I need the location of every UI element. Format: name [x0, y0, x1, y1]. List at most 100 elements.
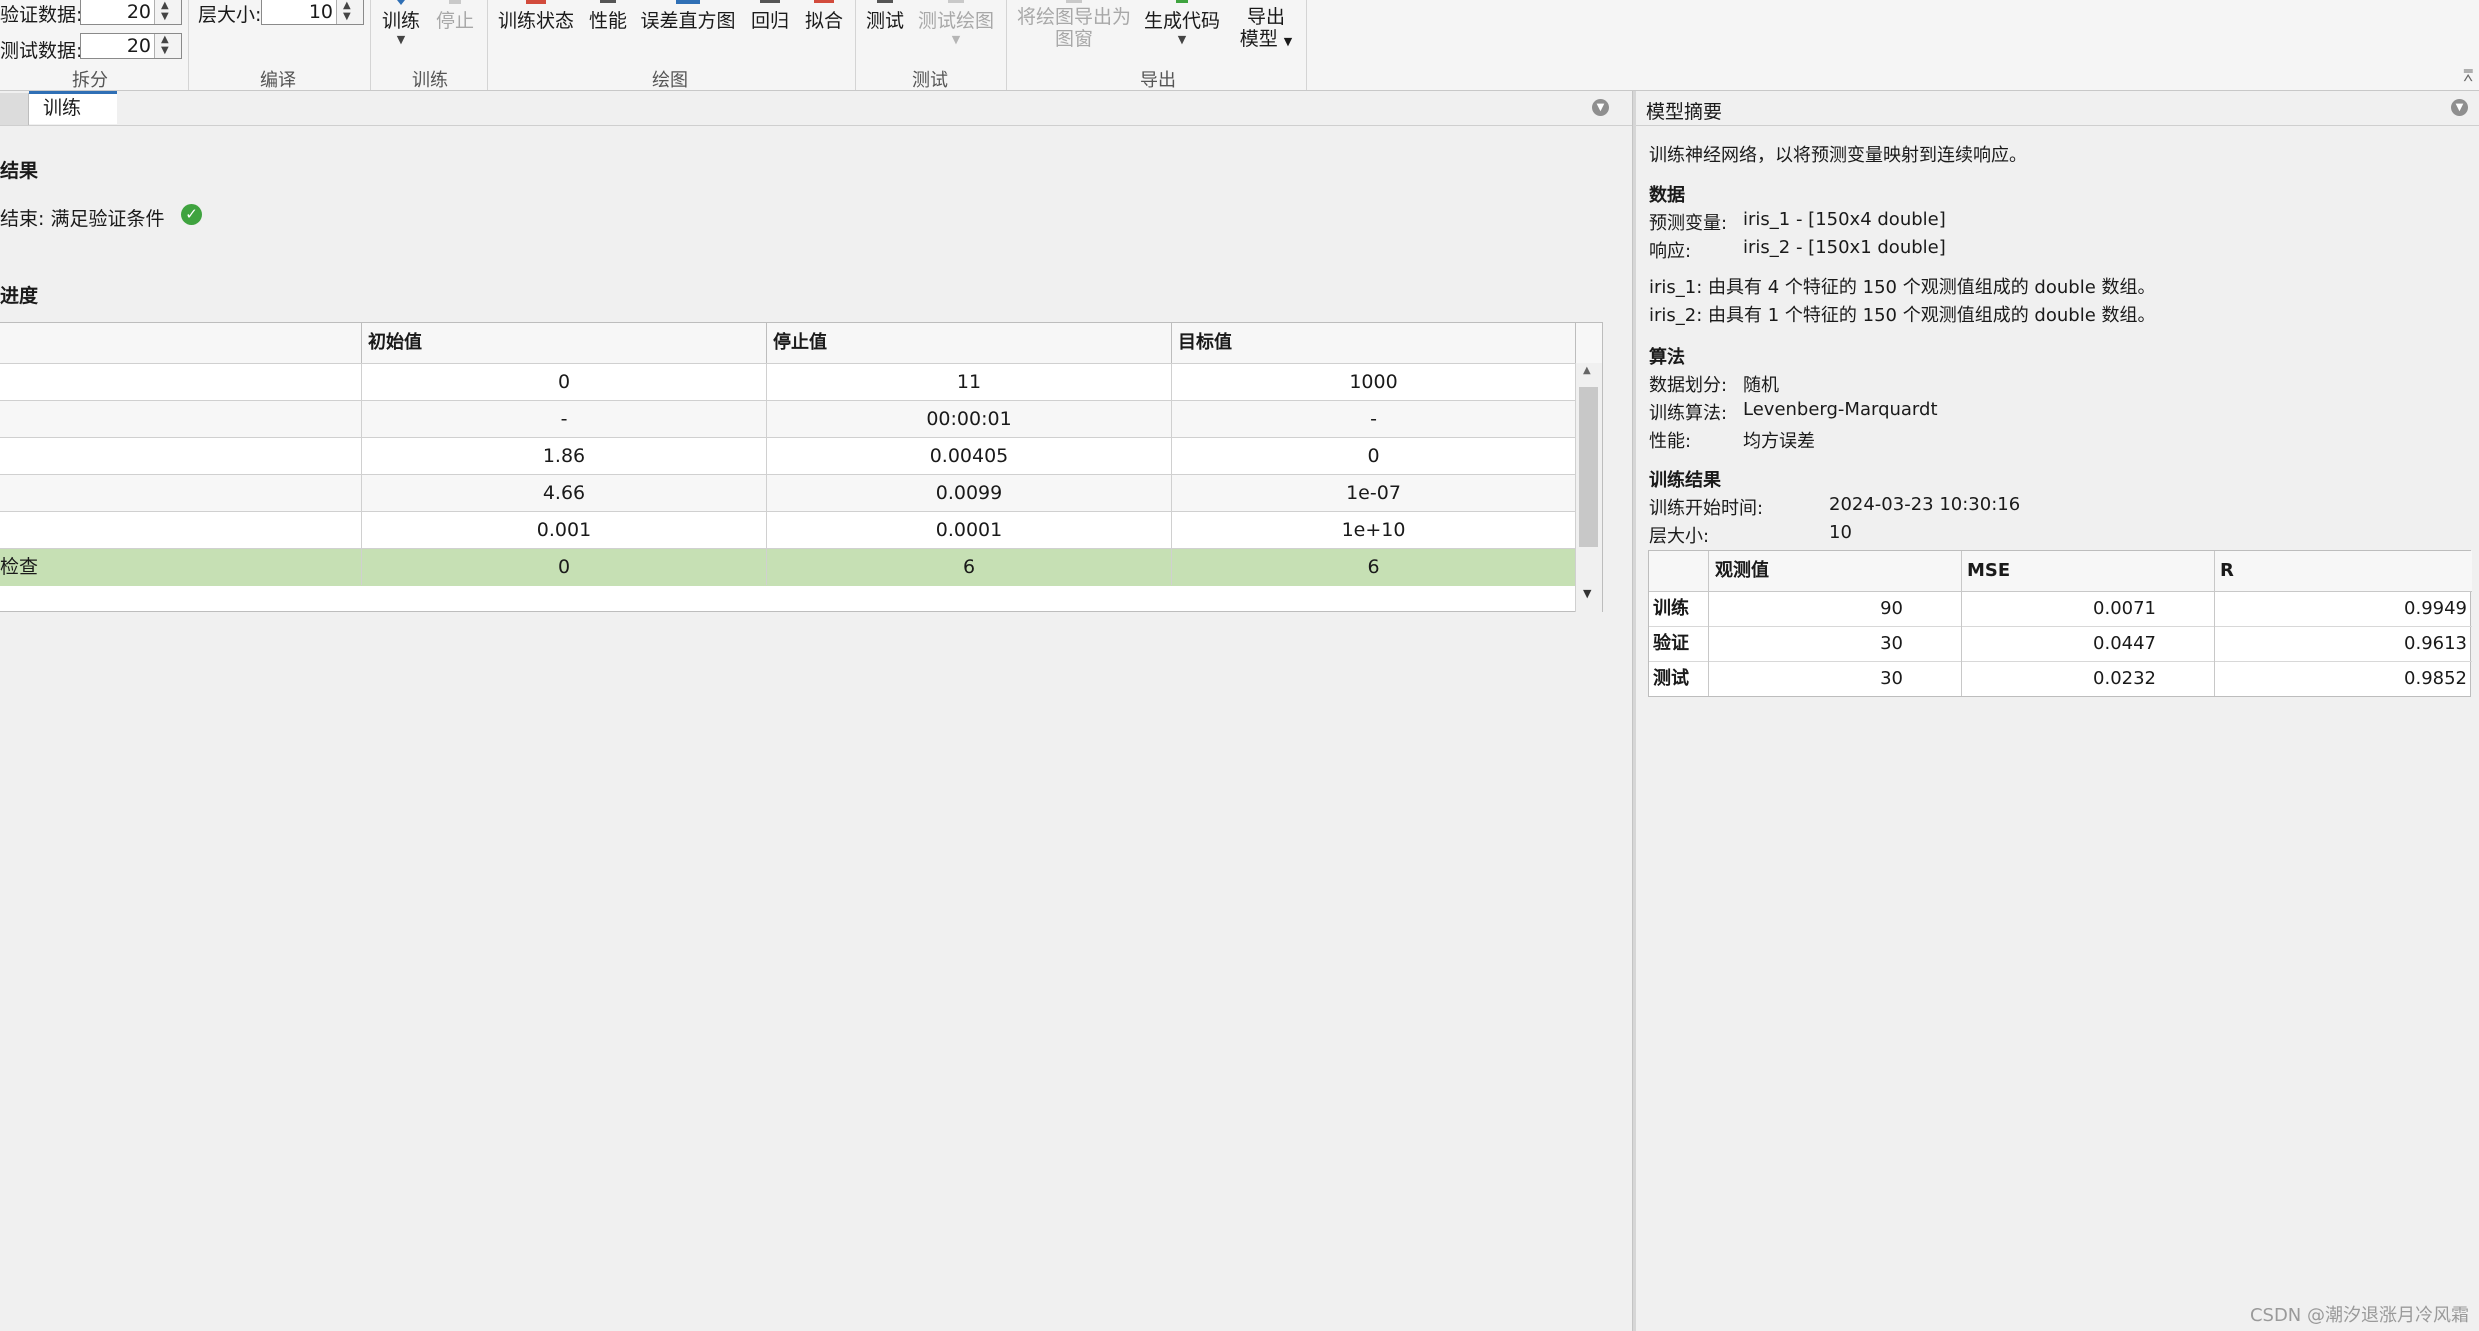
column-divider — [1649, 551, 1709, 696]
watermark: CSDN @潮汐退涨月冷风霜 — [2249, 1305, 2469, 1326]
data-division-value: 随机 — [1743, 375, 1779, 396]
start-time-label: 训练开始时间: — [1649, 498, 1764, 519]
collapse-toolstrip-icon[interactable]: ⩞ — [2463, 66, 2473, 86]
training-algorithm-value: Levenberg-Marquardt — [1743, 399, 1938, 420]
training-state-plot-button[interactable]: 训练状态 — [496, 0, 576, 33]
initial-value: 0.001 — [362, 512, 767, 548]
target-value: 0 — [1172, 438, 1576, 474]
test-data-value: 20 — [126, 35, 151, 57]
fit-label: 拟合 — [804, 10, 843, 32]
target-value: 1e+10 — [1172, 512, 1576, 548]
train-icon — [397, 0, 405, 5]
regression-plot-button[interactable]: 回归 — [748, 0, 792, 33]
panel-menu-icon[interactable]: ▼ — [2451, 99, 2468, 116]
header-r: R — [2220, 560, 2234, 581]
section-divider — [1006, 0, 1007, 90]
data-heading: 数据 — [1649, 185, 1685, 206]
test-plot-icon — [948, 0, 964, 3]
export-model-label-line2: 模型 ▼ — [1236, 28, 1296, 53]
train-button[interactable]: 训练 ▼ — [378, 0, 424, 47]
stop-button[interactable]: 停止 — [432, 0, 478, 33]
scroll-down-icon[interactable]: ▼ — [1583, 587, 1591, 600]
train-section-label: 训练 — [412, 70, 448, 91]
table-row[interactable]: - 00:00:01 - — [0, 400, 1576, 438]
table-scrollbar[interactable]: ▲ ▼ — [1575, 363, 1602, 612]
table-row-highlighted[interactable]: 检查 0 6 6 — [0, 548, 1576, 586]
response-label: 响应: — [1649, 241, 1692, 262]
export-plot-to-figure-button[interactable]: 将绘图导出为 图窗 — [1016, 0, 1132, 50]
regression-icon — [760, 0, 780, 3]
layer-size-spinner[interactable]: 10 ▲ ▼ — [261, 0, 364, 25]
stop-value: 6 — [767, 549, 1172, 585]
scroll-up-icon[interactable]: ▲ — [1583, 365, 1591, 376]
start-time-value: 2024-03-23 10:30:16 — [1829, 494, 2021, 515]
stop-value: 00:00:01 — [767, 401, 1172, 437]
spinner-arrows-icon[interactable]: ▲ ▼ — [336, 0, 363, 24]
target-value: - — [1172, 401, 1576, 437]
table-row[interactable]: 0.001 0.0001 1e+10 — [0, 511, 1576, 549]
histogram-icon — [676, 0, 700, 4]
training-results-heading: 训练结果 — [1649, 470, 1721, 491]
validation-data-label: 验证数据: — [0, 4, 83, 26]
stop-value: 11 — [767, 364, 1172, 400]
spinner-arrows-icon[interactable]: ▲ ▼ — [154, 0, 181, 24]
check-success-icon: ✓ — [181, 204, 202, 225]
tab-training[interactable]: 训练 — [29, 91, 117, 124]
scrollbar-thumb[interactable] — [1579, 387, 1598, 547]
panel-menu-icon[interactable]: ▼ — [1592, 99, 1609, 116]
validation-data-spinner[interactable]: 20 ▲ ▼ — [80, 0, 182, 25]
progress-table: 初始值 停止值 目标值 0 11 1000 - 00:00:01 - 1.86 … — [0, 322, 1603, 612]
test-plot-button[interactable]: 测试绘图 ▼ — [918, 0, 994, 47]
table-row[interactable]: 0 11 1000 — [0, 363, 1576, 401]
split-section-label: 拆分 — [72, 70, 108, 91]
initial-value: 0 — [362, 364, 767, 400]
test-icon — [877, 0, 893, 3]
initial-value: - — [362, 401, 767, 437]
generate-code-icon — [1176, 0, 1188, 3]
export-model-button[interactable]: 导出 模型 ▼ — [1236, 0, 1296, 53]
export-model-label-line1: 导出 — [1246, 6, 1285, 28]
progress-heading: 进度 — [0, 285, 39, 307]
validation-data-value: 20 — [126, 1, 151, 23]
table-row[interactable]: 1.86 0.00405 0 — [0, 437, 1576, 475]
row-label — [0, 512, 362, 548]
stop-button-label: 停止 — [435, 10, 474, 32]
performance-plot-button[interactable]: 性能 — [585, 0, 631, 33]
plots-section-label: 绘图 — [652, 70, 688, 91]
generate-code-button[interactable]: 生成代码 ▼ — [1144, 0, 1220, 47]
training-panel: 训练 ▼ 结果 结束: 满足验证条件 ✓ 进度 初始值 停止值 目标值 0 11… — [0, 91, 1632, 1331]
test-plot-label: 测试绘图 — [918, 10, 995, 32]
generate-code-label: 生成代码 — [1144, 10, 1221, 32]
tab-stub[interactable] — [0, 93, 29, 125]
stop-icon — [449, 0, 461, 4]
model-summary-panel: 模型摘要 ▼ 训练神经网络，以将预测变量映射到连续响应。 数据 预测变量: ir… — [1636, 91, 2479, 1331]
error-histogram-label: 误差直方图 — [640, 10, 736, 32]
section-divider — [370, 0, 371, 90]
spinner-arrows-icon[interactable]: ▲ ▼ — [154, 34, 181, 58]
section-divider — [188, 0, 189, 90]
export-plot-label-line1: 将绘图导出为 — [1016, 6, 1131, 28]
section-divider — [1306, 0, 1307, 90]
target-value: 6 — [1172, 549, 1576, 585]
performance-label: 性能: — [1649, 431, 1692, 452]
error-histogram-button[interactable]: 误差直方图 — [640, 0, 736, 33]
fit-icon — [814, 0, 834, 3]
training-algorithm-label: 训练算法: — [1649, 403, 1728, 424]
r-value: 0.9852 — [2404, 668, 2467, 689]
fit-plot-button[interactable]: 拟合 — [802, 0, 846, 33]
chevron-down-icon: ▼ — [1283, 35, 1293, 48]
tab-bar: 训练 ▼ — [0, 91, 1632, 126]
compile-section-label: 编译 — [260, 70, 296, 91]
table-row[interactable]: 4.66 0.0099 1e-07 — [0, 474, 1576, 512]
export-model-text: 模型 — [1239, 28, 1278, 50]
test-button[interactable]: 测试 — [862, 0, 908, 33]
performance-icon — [600, 0, 616, 3]
chevron-down-icon: ▼ — [396, 33, 406, 46]
chevron-down-icon: ▼ — [1177, 33, 1187, 46]
column-divider — [1962, 551, 2215, 696]
stop-value: 0.0099 — [767, 475, 1172, 511]
target-value: 1000 — [1172, 364, 1576, 400]
test-data-spinner[interactable]: 20 ▲ ▼ — [80, 33, 182, 59]
model-summary-title: 模型摘要 — [1646, 101, 1723, 123]
stop-value: 0.0001 — [767, 512, 1172, 548]
